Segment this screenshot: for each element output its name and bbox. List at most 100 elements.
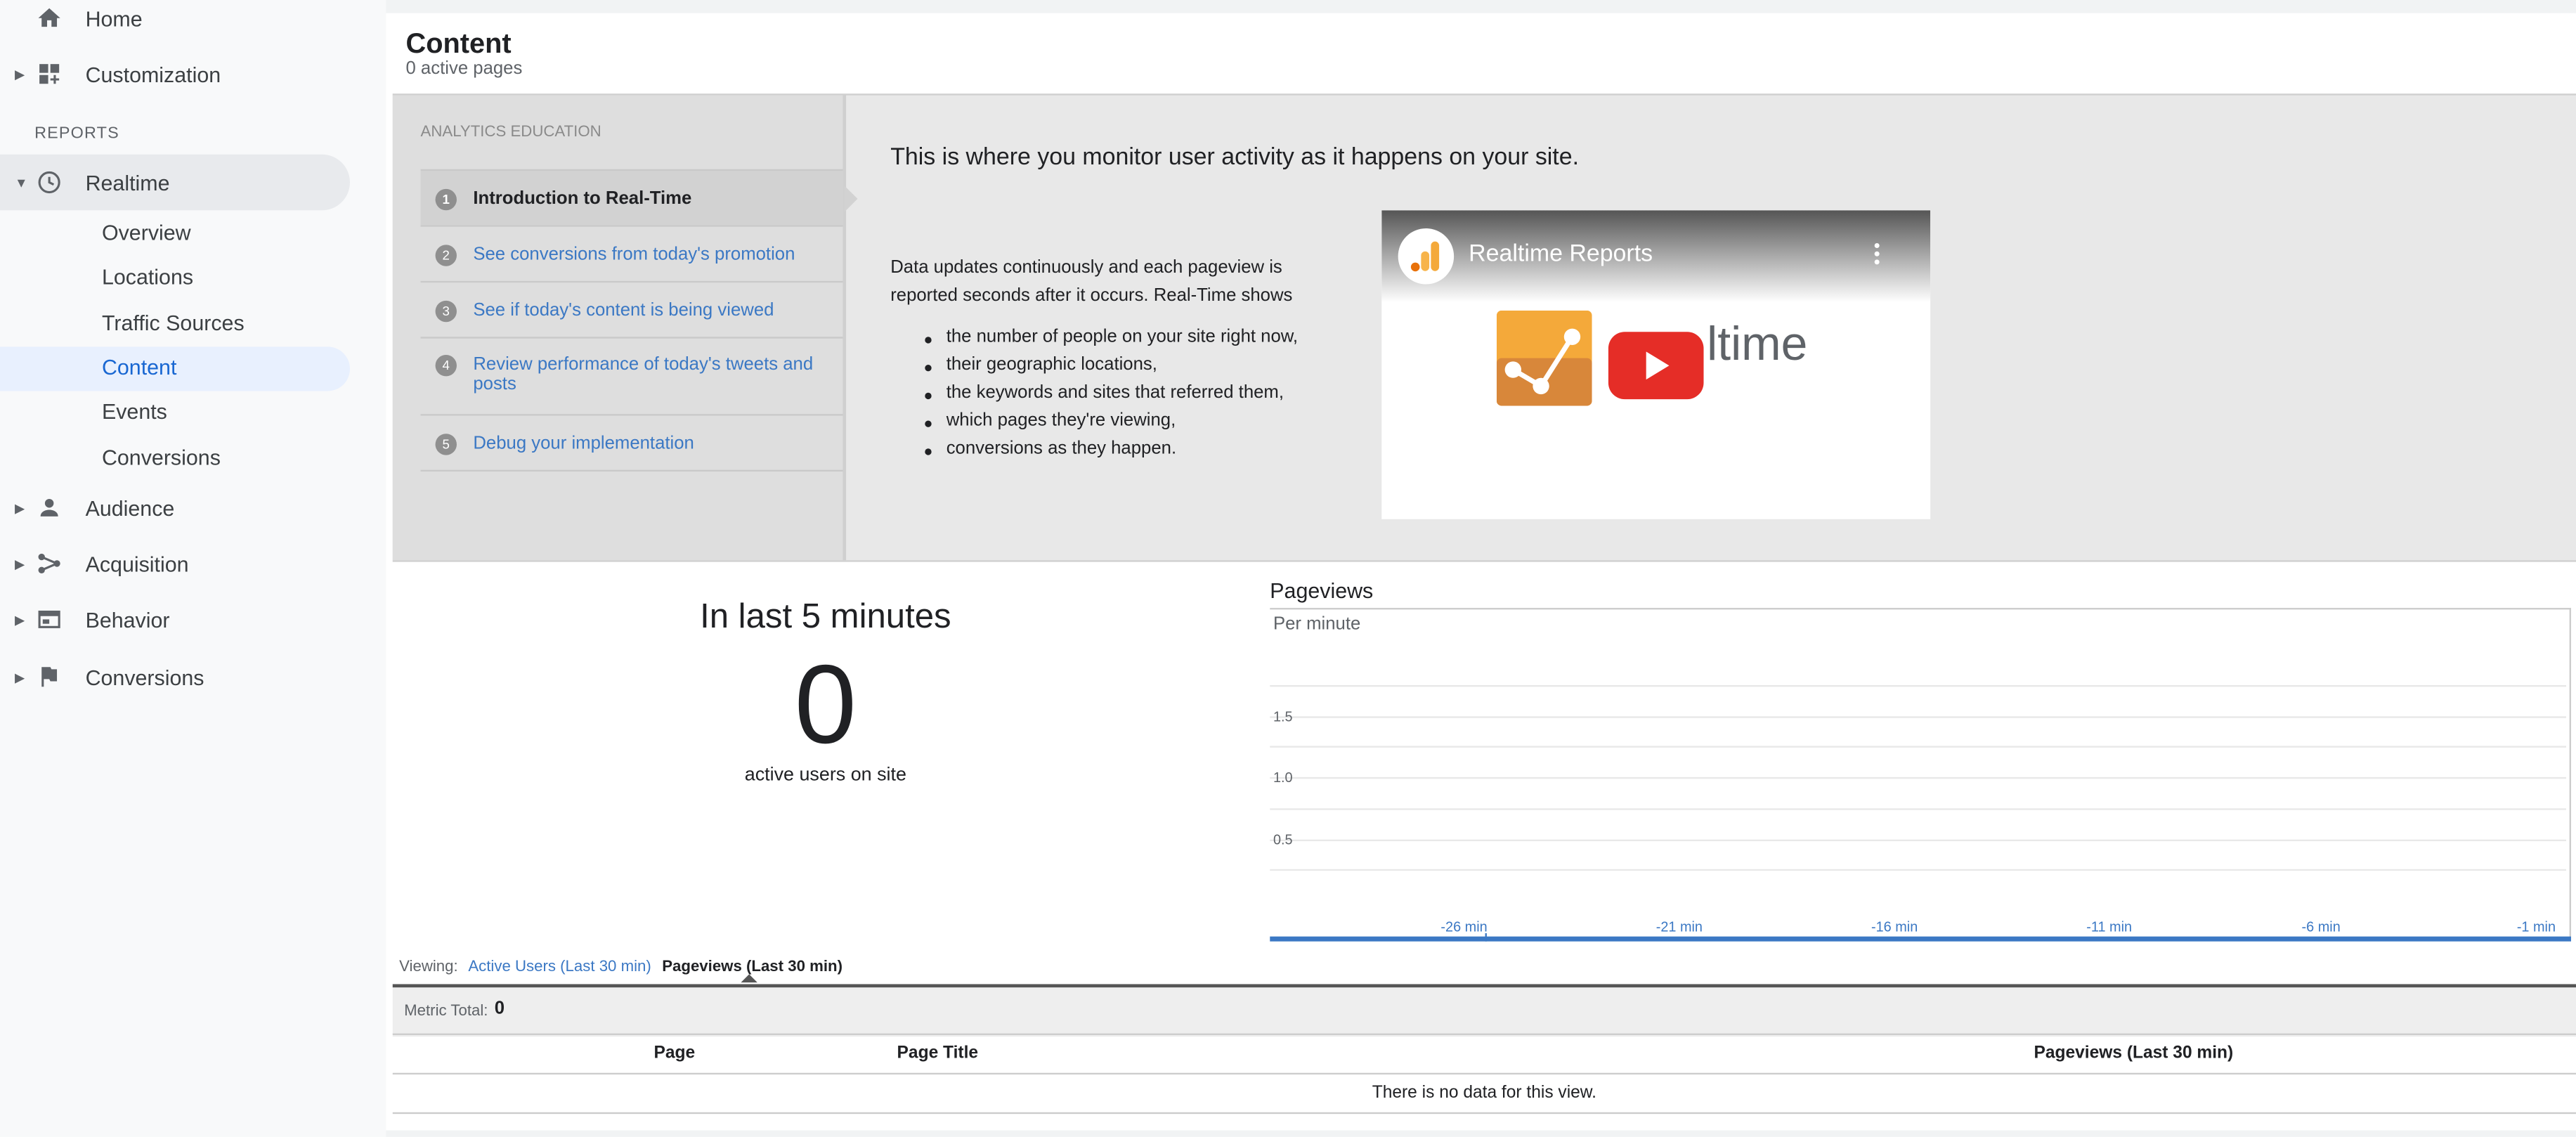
nav-audience-label: Audience	[85, 495, 175, 520]
metric-total-bar: Metric Total: 0	[392, 984, 2576, 1037]
column-page[interactable]: Page	[654, 1044, 696, 1063]
step-number: 5	[435, 434, 457, 455]
acquisition-icon	[38, 553, 60, 573]
education-step-5[interactable]: 5 Debug your implementation	[420, 414, 843, 472]
expand-arrow-icon[interactable]: ▶	[15, 612, 25, 627]
nav-realtime-events[interactable]: Events	[102, 399, 167, 424]
nav-realtime-overview[interactable]: Overview	[102, 220, 191, 245]
step-number: 1	[435, 188, 457, 211]
step-number: 3	[435, 300, 457, 323]
video-title-bar	[1381, 210, 1931, 303]
step-label: Debug your implementation	[473, 434, 694, 454]
step-label: See conversions from today's promotion	[473, 245, 795, 265]
step-label: Review performance of today's tweets and…	[473, 355, 814, 395]
active-users-header: In last 5 minutes	[700, 598, 951, 636]
metric-total-label: Metric Total:	[404, 1002, 488, 1020]
education-headline: This is where you monitor user activity …	[890, 144, 1580, 171]
step-label: Introduction to Real-Time	[473, 188, 692, 209]
reports-header: REPORTS	[34, 124, 119, 143]
expand-arrow-icon[interactable]: ▶	[15, 556, 25, 571]
table-header: Page Page Title Pageviews (Last 30 min)	[392, 1033, 2576, 1075]
table-empty-message: There is no data for this view.	[392, 1073, 2576, 1115]
bullet-item: the keywords and sites that referred the…	[925, 383, 1284, 403]
education-step-2[interactable]: 2 See conversions from today's promotion	[420, 225, 843, 280]
education-step-4[interactable]: 4 Review performance of today's tweets a…	[420, 337, 843, 414]
person-icon	[40, 498, 58, 516]
chart-x-tick: -16 min	[1871, 918, 1918, 935]
nav-realtime-traffic-sources[interactable]: Traffic Sources	[102, 311, 245, 335]
analytics-logo-icon	[1398, 228, 1455, 285]
chart-gridline	[1270, 715, 2566, 717]
active-users-count: 0	[794, 642, 857, 767]
view-active-users-link[interactable]: Active Users (Last 30 min)	[468, 958, 651, 976]
nav-acquisition-label: Acquisition	[85, 551, 189, 576]
bullet-item: which pages they're viewing,	[925, 411, 1176, 431]
more-vert-icon[interactable]	[1874, 243, 1881, 268]
chart-x-tick: -6 min	[2301, 918, 2341, 935]
collapse-arrow-icon[interactable]: ▼	[15, 175, 28, 190]
metric-total-value: 0	[494, 999, 505, 1019]
chart-y-tick: 1.0	[1273, 769, 1293, 786]
viewing-label: Viewing:	[399, 958, 458, 976]
play-icon	[1646, 351, 1670, 380]
chart-gridline	[1270, 838, 2566, 840]
play-button[interactable]	[1608, 332, 1704, 400]
chart-y-tick: 0.5	[1273, 830, 1293, 847]
nav-realtime-locations[interactable]: Locations	[102, 264, 193, 289]
column-page-title[interactable]: Page Title	[897, 1044, 979, 1063]
bullet-item: the number of people on your site right …	[925, 327, 1298, 346]
nav-realtime-conversions[interactable]: Conversions	[102, 446, 221, 470]
chart-x-tick: -26 min	[1440, 918, 1488, 935]
home-icon	[38, 8, 60, 27]
education-header: ANALYTICS EDUCATION	[420, 123, 601, 142]
step-number: 4	[435, 355, 457, 377]
video-player[interactable]: Realtime Reports ltime	[1381, 210, 1931, 519]
chart-x-tick: -1 min	[2516, 918, 2556, 935]
chart-y-label: Per minute	[1273, 614, 1361, 635]
nav-customization-label: Customization	[85, 61, 221, 86]
chart-gridline	[1270, 869, 2566, 871]
page-title: Content	[405, 27, 512, 60]
chart-y-tick: 1.5	[1273, 707, 1293, 724]
flag-icon	[41, 667, 58, 687]
sidebar: Home ▶ Customization REPORTS ▼ Realtime …	[0, 0, 386, 1137]
video-thumbnail-text: ltime	[1707, 318, 1808, 372]
bullet-item: conversions as they happen.	[925, 438, 1176, 458]
education-steps: ANALYTICS EDUCATION 1 Introduction to Re…	[392, 95, 847, 561]
main-area: Content 0 active pages ANALYTICS EDUCATI…	[386, 0, 2576, 1137]
expand-arrow-icon[interactable]: ▶	[15, 67, 25, 82]
chart-x-tick: -21 min	[1655, 918, 1703, 935]
view-pageviews-tab[interactable]: Pageviews (Last 30 min)	[662, 958, 843, 976]
chart-gridline	[1270, 777, 2566, 779]
video-title: Realtime Reports	[1469, 241, 1653, 268]
bullet-item: their geographic locations,	[925, 355, 1157, 375]
realtime-chart-icon	[1496, 310, 1592, 406]
chart-x-axis-mark	[1485, 933, 1487, 942]
chart-gridline	[1270, 807, 2566, 810]
nav-behavior-label: Behavior	[85, 606, 170, 632]
nav-home-label: Home	[85, 6, 143, 31]
dashboard-plus-icon	[39, 64, 60, 84]
nav-realtime-content[interactable]: Content	[102, 355, 176, 379]
pageviews-chart: Per minute 1.5 1.0 0.5 -26 min -21 min -16 mi…	[1270, 608, 2571, 938]
chart-title: Pageviews	[1270, 578, 1374, 604]
window-icon	[38, 610, 60, 628]
chart-x-axis	[1270, 936, 2571, 942]
education-step-1[interactable]: 1 Introduction to Real-Time	[420, 169, 843, 226]
education-step-3[interactable]: 3 See if today's content is being viewed	[420, 280, 843, 337]
active-step-pointer	[844, 186, 858, 212]
report-panel: Content 0 active pages ANALYTICS EDUCATI…	[386, 13, 2576, 1131]
chart-gridline	[1270, 746, 2566, 748]
clock-icon	[38, 171, 60, 194]
chart-x-tick: -11 min	[2086, 918, 2133, 935]
nav-conversions-label: Conversions	[85, 664, 204, 689]
chart-gridline	[1270, 684, 2566, 687]
expand-arrow-icon[interactable]: ▶	[15, 500, 25, 515]
step-number: 2	[435, 245, 457, 266]
analytics-education-panel: ANALYTICS EDUCATION 1 Introduction to Re…	[392, 93, 2576, 562]
active-users-label: active users on site	[744, 765, 906, 786]
step-label: See if today's content is being viewed	[473, 300, 774, 320]
column-pageviews[interactable]: Pageviews (Last 30 min)	[2034, 1044, 2233, 1063]
expand-arrow-icon[interactable]: ▶	[15, 670, 25, 684]
page-subtitle: 0 active pages	[405, 59, 523, 79]
